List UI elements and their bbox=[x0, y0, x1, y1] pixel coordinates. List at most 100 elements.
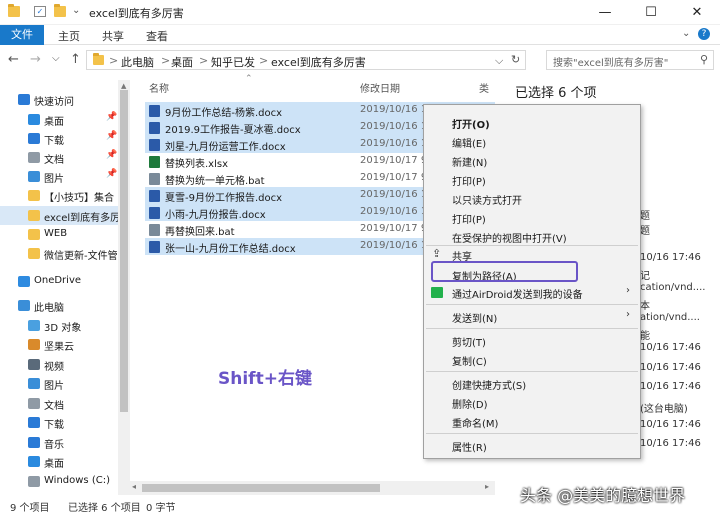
quick-access-dropdown-icon[interactable]: ⌄ bbox=[72, 5, 80, 16]
airdroid-icon bbox=[431, 287, 443, 298]
back-button[interactable]: ← bbox=[8, 52, 19, 67]
sidebar-item[interactable]: 此电脑 bbox=[0, 296, 120, 315]
file-name: 张一山-九月份工作总结.docx bbox=[165, 244, 296, 255]
tab-view[interactable]: 查看 bbox=[146, 28, 168, 44]
file-date: 2019/10/17 9: bbox=[360, 172, 431, 183]
maximize-button[interactable]: ☐ bbox=[628, 0, 674, 25]
tab-home[interactable]: 主页 bbox=[58, 28, 80, 44]
ribbon-expand-icon[interactable]: ⌄ bbox=[682, 28, 690, 39]
sidebar-item[interactable]: Windows (C:) bbox=[0, 472, 120, 491]
search-icon[interactable]: ⚲ bbox=[700, 53, 708, 66]
minimize-button[interactable]: — bbox=[582, 0, 628, 25]
sidebar-item[interactable]: 图片 bbox=[0, 374, 120, 393]
context-menu-item[interactable]: 重命名(M) bbox=[452, 415, 498, 430]
context-menu-item[interactable]: 在受保护的视图中打开(V) bbox=[452, 230, 567, 245]
sidebar-item[interactable]: 3D 对象 bbox=[0, 316, 120, 335]
column-header-name[interactable]: 名称 bbox=[149, 80, 169, 95]
window-title: excel到底有多厉害 bbox=[89, 7, 184, 20]
column-header-type[interactable]: 类 bbox=[479, 80, 489, 95]
item-count: 9 个项目 bbox=[10, 503, 50, 514]
menu-separator bbox=[426, 328, 638, 329]
detail-value: 本 bbox=[640, 301, 650, 312]
address-bar[interactable]: > 此电脑 > 桌面 > 知乎已发 > excel到底有多厉害 ⌵ ↻ bbox=[86, 50, 526, 70]
sidebar-item[interactable]: 桌面 bbox=[0, 452, 120, 471]
share-icon: ⇪ bbox=[432, 247, 442, 260]
forward-button[interactable]: → bbox=[30, 52, 41, 67]
context-menu-item[interactable]: 编辑(E) bbox=[452, 135, 486, 150]
tab-file[interactable]: 文件 bbox=[0, 25, 44, 45]
help-button[interactable]: ? bbox=[698, 28, 710, 40]
breadcrumb-zhihu[interactable]: 知乎已发 bbox=[211, 54, 255, 70]
pin-icon[interactable]: 📌 bbox=[106, 169, 117, 179]
refresh-icon[interactable]: ↻ bbox=[511, 53, 520, 66]
sidebar-item-icon bbox=[28, 248, 40, 259]
context-menu-item[interactable]: 以只读方式打开 bbox=[452, 192, 522, 207]
context-menu-item[interactable]: 打印(P) bbox=[452, 173, 486, 188]
context-menu-item[interactable]: 复制(C) bbox=[452, 353, 487, 368]
scroll-up-icon[interactable]: ▲ bbox=[121, 82, 126, 90]
column-header-date[interactable]: 修改日期 bbox=[360, 80, 400, 95]
horizontal-scrollbar[interactable]: ◂ ▸ bbox=[130, 481, 495, 495]
bat-file-icon bbox=[149, 224, 160, 236]
sidebar-item[interactable]: 微信更新-文件管 bbox=[0, 244, 120, 263]
scroll-right-icon[interactable]: ▸ bbox=[485, 482, 489, 491]
sidebar-item-icon bbox=[28, 476, 40, 487]
recent-locations-button[interactable]: ⌵ bbox=[52, 53, 60, 64]
file-date: 2019/10/17 9: bbox=[360, 223, 431, 234]
breadcrumb-desktop[interactable]: 桌面 bbox=[171, 54, 193, 70]
breadcrumb-this-pc[interactable]: 此电脑 bbox=[121, 54, 154, 70]
file-date: 2019/10/17 9: bbox=[360, 155, 431, 166]
sidebar-item-label: 桌面 bbox=[44, 459, 64, 470]
detail-value: 10/16 17:46 bbox=[640, 362, 701, 373]
sidebar-item[interactable]: OneDrive bbox=[0, 272, 120, 291]
context-menu-item[interactable]: 打印(P) bbox=[452, 211, 486, 226]
sidebar-item[interactable]: 桌面 📌 bbox=[0, 110, 120, 129]
sidebar-item[interactable]: excel到底有多厉 bbox=[0, 206, 120, 225]
sidebar-item-icon bbox=[28, 378, 40, 389]
menu-separator bbox=[426, 245, 638, 246]
docx-file-icon bbox=[149, 207, 160, 219]
sidebar-item[interactable]: WEB bbox=[0, 225, 120, 244]
sidebar-item[interactable]: 图片 📌 bbox=[0, 167, 120, 186]
pin-icon[interactable]: 📌 bbox=[106, 131, 117, 141]
sidebar-item-icon bbox=[18, 300, 30, 311]
sort-ascending-icon: ⌃ bbox=[245, 74, 253, 84]
context-menu-item[interactable]: 删除(D) bbox=[452, 396, 488, 411]
breadcrumb-current[interactable]: excel到底有多厉害 bbox=[271, 54, 366, 70]
scrollbar-thumb[interactable] bbox=[120, 90, 128, 412]
context-menu-item[interactable]: 新建(N) bbox=[452, 154, 487, 169]
sidebar-item[interactable]: 音乐 bbox=[0, 433, 120, 452]
address-dropdown-icon[interactable]: ⌵ bbox=[495, 54, 503, 68]
up-button[interactable]: ↑ bbox=[70, 52, 81, 67]
close-button[interactable]: ✕ bbox=[674, 0, 720, 25]
new-folder-icon[interactable] bbox=[54, 4, 66, 17]
sidebar-item-label: 图片 bbox=[44, 174, 64, 185]
context-menu-item[interactable]: 剪切(T) bbox=[452, 334, 486, 349]
sidebar-item[interactable]: 文档 📌 bbox=[0, 148, 120, 167]
context-menu-item[interactable]: 通过AirDroid发送到我的设备 bbox=[452, 286, 583, 301]
properties-icon[interactable]: ✓ bbox=[34, 6, 46, 17]
sidebar-item[interactable]: 视频 bbox=[0, 355, 120, 374]
pin-icon[interactable]: 📌 bbox=[106, 150, 117, 160]
scrollbar-thumb[interactable] bbox=[142, 484, 380, 492]
context-menu-item[interactable]: 创建快捷方式(S) bbox=[452, 377, 526, 392]
sidebar-item[interactable]: 下载 📌 bbox=[0, 129, 120, 148]
sidebar-item[interactable]: 下载 bbox=[0, 413, 120, 432]
docx-file-icon bbox=[149, 122, 160, 134]
scroll-left-icon[interactable]: ◂ bbox=[132, 482, 136, 491]
pin-icon[interactable]: 📌 bbox=[106, 112, 117, 122]
sidebar-item[interactable]: 【小技巧】集合 bbox=[0, 186, 120, 205]
sidebar-item[interactable]: 快速访问 bbox=[0, 90, 120, 109]
sidebar-item[interactable]: 坚果云 bbox=[0, 335, 120, 354]
breadcrumb-sep: > bbox=[199, 54, 209, 67]
context-menu-item[interactable]: 打开(O) bbox=[452, 116, 490, 131]
sidebar-item-icon bbox=[28, 417, 40, 428]
context-menu-item[interactable]: 发送到(N) bbox=[452, 310, 497, 325]
sidebar-scrollbar[interactable] bbox=[118, 80, 130, 495]
tab-share[interactable]: 共享 bbox=[102, 28, 124, 44]
file-name: 替换为统一单元格.bat bbox=[165, 176, 265, 187]
search-input[interactable]: 搜索"excel到底有多厉害" bbox=[546, 50, 714, 70]
detail-value: 10/16 17:46 bbox=[640, 252, 701, 263]
context-menu-item[interactable]: 属性(R) bbox=[452, 439, 487, 454]
sidebar-item[interactable]: 文档 bbox=[0, 394, 120, 413]
